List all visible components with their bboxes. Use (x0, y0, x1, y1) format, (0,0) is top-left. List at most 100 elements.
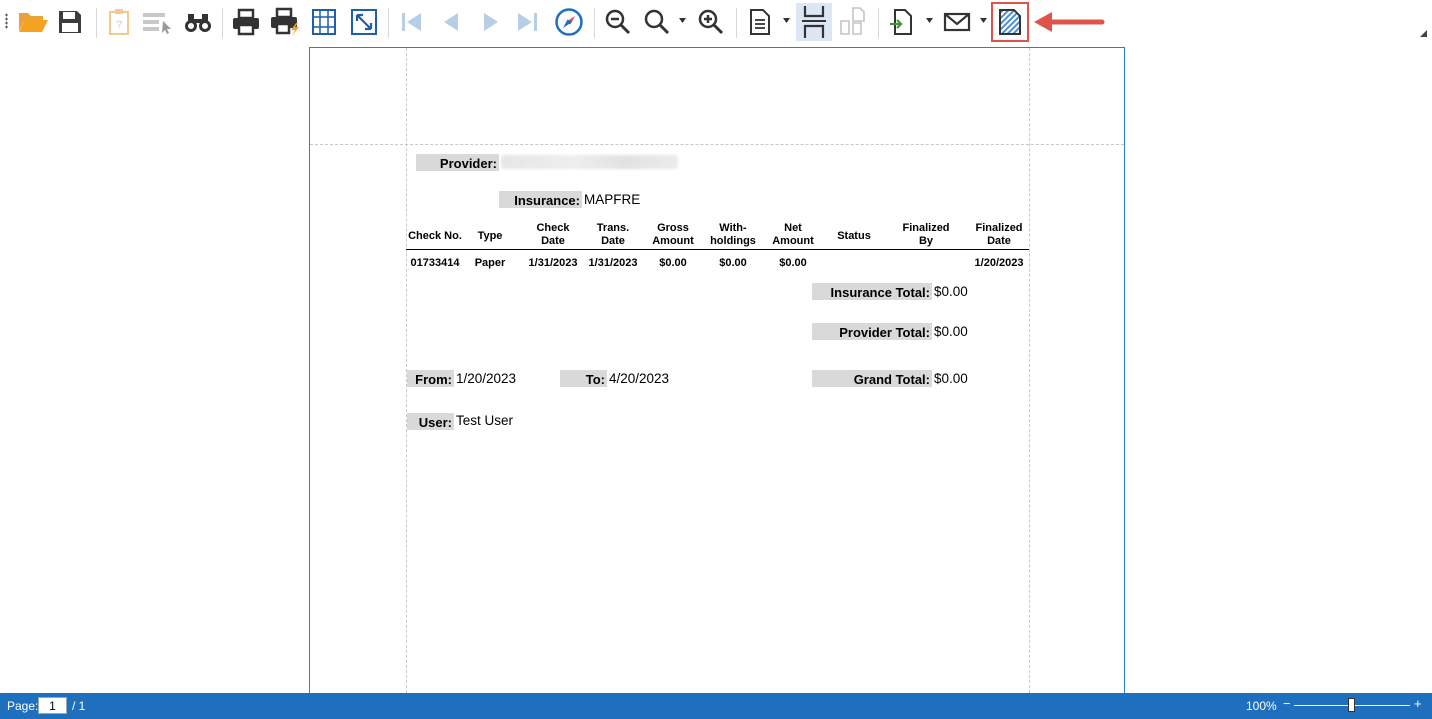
page-total: / 1 (72, 699, 86, 713)
column-header-status: Status (837, 230, 871, 242)
grand-total-label: Grand Total: (812, 370, 932, 387)
next-page-button[interactable] (476, 6, 506, 38)
zoom-slider-plus[interactable]: + (1414, 697, 1422, 711)
first-page-button[interactable] (396, 6, 426, 38)
column-header-gross-amount: Gross Amount (652, 222, 694, 247)
user-value: Test User (456, 413, 514, 428)
parameters-button[interactable]: ? (104, 6, 134, 38)
single-page-dropdown-icon[interactable] (783, 18, 790, 23)
zoom-out-button[interactable] (602, 6, 634, 38)
cell-gross-amount: $0.00 (659, 257, 687, 269)
export-icon (890, 9, 912, 35)
from-label: From: (407, 370, 454, 387)
cell-check-date: 1/31/2023 (528, 257, 578, 269)
zoom-in-icon (698, 9, 724, 35)
open-button[interactable] (16, 6, 50, 38)
quick-print-icon (271, 7, 299, 36)
single-page-icon (750, 9, 770, 35)
quick-print-button[interactable] (268, 6, 304, 38)
last-page-button[interactable] (513, 6, 543, 38)
previous-page-button[interactable] (436, 6, 466, 38)
open-icon (19, 13, 48, 32)
page-setup-icon (312, 9, 336, 35)
find-icon (185, 14, 211, 32)
svg-text:?: ? (116, 19, 122, 31)
cell-type: Paper (474, 257, 506, 269)
multiple-pages-icon (840, 7, 865, 35)
print-icon (233, 8, 259, 36)
page-setup-button[interactable] (309, 6, 339, 38)
export-dropdown-icon[interactable] (926, 18, 933, 23)
provider-value-redacted (501, 155, 678, 169)
single-page-button[interactable] (745, 6, 775, 38)
to-value: 4/20/2023 (609, 371, 670, 386)
navigation-button[interactable] (552, 6, 586, 38)
navigation-icon (555, 8, 583, 36)
toolbar-grip[interactable] (5, 13, 8, 29)
zoom-slider-minus[interactable]: − (1283, 697, 1291, 711)
toolbar-overflow-icon[interactable] (1420, 30, 1427, 37)
cell-finalized-date: 1/20/2023 (974, 257, 1024, 269)
to-label: To: (560, 370, 607, 387)
last-page-icon (518, 13, 537, 31)
send-email-button[interactable] (940, 6, 974, 38)
toolbar-separator (222, 8, 223, 38)
report-page: Provider: Insurance: MAPFRE Check No. Typ… (309, 47, 1125, 693)
user-label: User: (407, 413, 454, 430)
cell-withholdings: $0.00 (719, 257, 747, 269)
save-icon (59, 11, 81, 33)
column-header-net-amount: Net Amount (772, 222, 814, 247)
column-header-trans-date: Trans. Date (596, 222, 630, 247)
toolbar-separator (736, 8, 737, 38)
continuous-scroll-icon (802, 6, 826, 38)
find-button[interactable] (182, 6, 214, 38)
column-header-check-date: Check Date (536, 222, 570, 247)
document-map-icon (143, 13, 171, 34)
margin-guide-top (310, 144, 1124, 145)
zoom-dropdown-icon[interactable] (679, 18, 686, 23)
header-rule (406, 249, 1029, 250)
parameters-icon: ? (109, 9, 129, 35)
insurance-total-label: Insurance Total: (812, 283, 932, 300)
page-number-input[interactable] (38, 697, 67, 714)
toolbar-separator (878, 8, 879, 38)
insurance-label: Insurance: (499, 191, 582, 208)
print-button[interactable] (229, 6, 263, 38)
column-header-type: Type (477, 230, 503, 242)
provider-total-label: Provider Total: (812, 323, 932, 340)
cell-trans-date: 1/31/2023 (588, 257, 638, 269)
send-email-icon (943, 12, 971, 32)
column-header-finalized-by: Finalized By (902, 222, 950, 247)
provider-label: Provider: (416, 154, 499, 171)
column-header-withholdings: With- holdings (710, 222, 756, 247)
multiple-pages-button[interactable] (836, 6, 868, 38)
zoom-slider-thumb[interactable] (1348, 698, 1355, 712)
zoom-button[interactable] (641, 6, 673, 38)
save-button[interactable] (54, 6, 86, 38)
zoom-out-icon (605, 9, 631, 35)
document-map-button[interactable] (140, 6, 176, 38)
scale-icon (351, 9, 377, 35)
cell-check-no: 01733414 (410, 257, 460, 269)
previous-page-icon (444, 13, 458, 31)
toolbar-separator (96, 8, 97, 38)
send-email-dropdown-icon[interactable] (980, 18, 987, 23)
toolbar-separator (388, 8, 389, 38)
insurance-value: MAPFRE (584, 192, 641, 207)
continuous-scroll-button[interactable] (796, 3, 832, 41)
scale-button[interactable] (348, 6, 380, 38)
zoom-level: 100% (1246, 699, 1277, 713)
page-label: Page: (7, 699, 39, 713)
column-header-finalized-date: Finalized Date (975, 222, 1023, 247)
zoom-in-button[interactable] (695, 6, 727, 38)
report-viewer-toolbar: ? (0, 0, 1432, 46)
grand-total-value: $0.00 (934, 371, 968, 386)
export-button[interactable] (886, 6, 918, 38)
red-arrow-icon (1034, 12, 1105, 32)
cell-net-amount: $0.00 (779, 257, 807, 269)
provider-total-value: $0.00 (934, 324, 968, 339)
next-page-icon (484, 13, 498, 31)
insurance-total-value: $0.00 (934, 284, 968, 299)
first-page-icon (402, 13, 421, 31)
from-value: 1/20/2023 (456, 371, 517, 386)
